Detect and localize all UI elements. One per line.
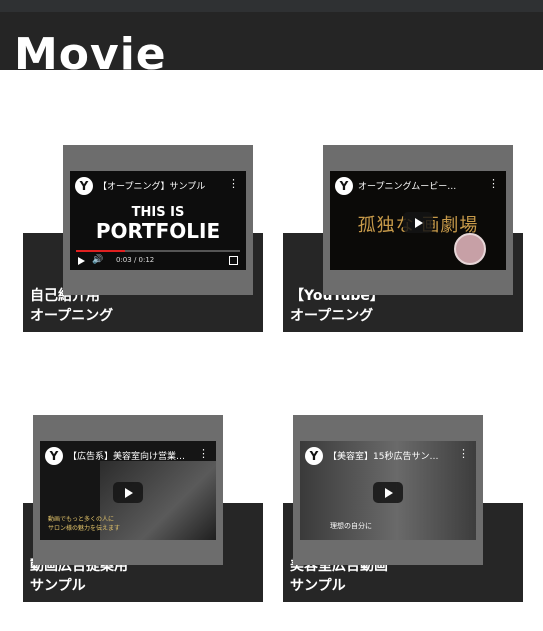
channel-avatar-icon[interactable]: Y: [335, 177, 353, 195]
progress-bar[interactable]: [76, 250, 240, 252]
video-title[interactable]: 【広告系】美容室向け営業…: [68, 449, 198, 462]
more-options-icon[interactable]: ⋮: [198, 447, 209, 460]
more-options-icon[interactable]: ⋮: [488, 177, 499, 190]
youtube-embed[interactable]: Y 【美容室】15秒広告サン… ⋮ 理想の自分に: [300, 441, 476, 540]
caption-line-2: サンプル: [30, 578, 86, 594]
caption-line-2: オープニング: [290, 308, 374, 324]
time-display: 0:03 / 0:12: [116, 256, 155, 264]
video-title[interactable]: 【美容室】15秒広告サン…: [328, 449, 458, 462]
video-title[interactable]: 【オープニング】サンプル: [98, 179, 228, 192]
video-thumbnail-text: 理想の自分に: [330, 522, 372, 530]
caption-line-2: オープニング: [30, 308, 114, 324]
play-button-icon[interactable]: [373, 482, 403, 503]
video-frame: Y オープニングムービー… ⋮ 孤独な 画劇場: [323, 145, 513, 295]
page-title: Movie: [14, 29, 167, 71]
video-frame: Y 【オープニング】サンプル ⋮ THIS IS PORTFOLIE 🔊 0:0…: [63, 145, 253, 295]
thumbnail-line-1: 動画でもっと多くの人に: [48, 516, 115, 523]
more-options-icon[interactable]: ⋮: [228, 177, 239, 190]
video-thumbnail-text: THIS IS PORTFOLIE: [70, 205, 246, 242]
video-frame: Y 【広告系】美容室向け営業… ⋮ 動画でもっと多くの人に サロン様の魅力を伝え…: [33, 415, 223, 565]
player-controls: 🔊 0:03 / 0:12: [70, 250, 246, 270]
youtube-embed[interactable]: Y オープニングムービー… ⋮ 孤独な 画劇場: [330, 171, 506, 270]
caption-line-2: サンプル: [290, 578, 346, 594]
video-frame: Y 【美容室】15秒広告サン… ⋮ 理想の自分に: [293, 415, 483, 565]
more-options-icon[interactable]: ⋮: [458, 447, 469, 460]
thumbnail-line-2: サロン様の魅力を伝えます: [48, 525, 121, 532]
character-avatar-icon: [454, 233, 486, 265]
video-thumbnail-text: 動画でもっと多くの人に サロン様の魅力を伝えます: [48, 515, 120, 533]
play-button-icon[interactable]: [403, 212, 433, 233]
volume-icon[interactable]: 🔊: [92, 255, 103, 265]
thumbnail-line-2: PORTFOLIE: [95, 219, 221, 243]
play-icon[interactable]: [78, 257, 85, 265]
video-title[interactable]: オープニングムービー…: [358, 179, 488, 192]
channel-avatar-icon[interactable]: Y: [305, 447, 323, 465]
youtube-embed[interactable]: Y 【オープニング】サンプル ⋮ THIS IS PORTFOLIE 🔊 0:0…: [70, 171, 246, 270]
channel-avatar-icon[interactable]: Y: [75, 177, 93, 195]
channel-avatar-icon[interactable]: Y: [45, 447, 63, 465]
page-header: Movie: [0, 12, 543, 70]
play-button-icon[interactable]: [113, 482, 143, 503]
thumbnail-line-1: THIS IS: [131, 205, 185, 220]
youtube-embed[interactable]: Y 【広告系】美容室向け営業… ⋮ 動画でもっと多くの人に サロン様の魅力を伝え…: [40, 441, 216, 540]
top-bar: [0, 0, 543, 12]
fullscreen-icon[interactable]: [229, 256, 238, 265]
progress-fill: [76, 250, 126, 252]
